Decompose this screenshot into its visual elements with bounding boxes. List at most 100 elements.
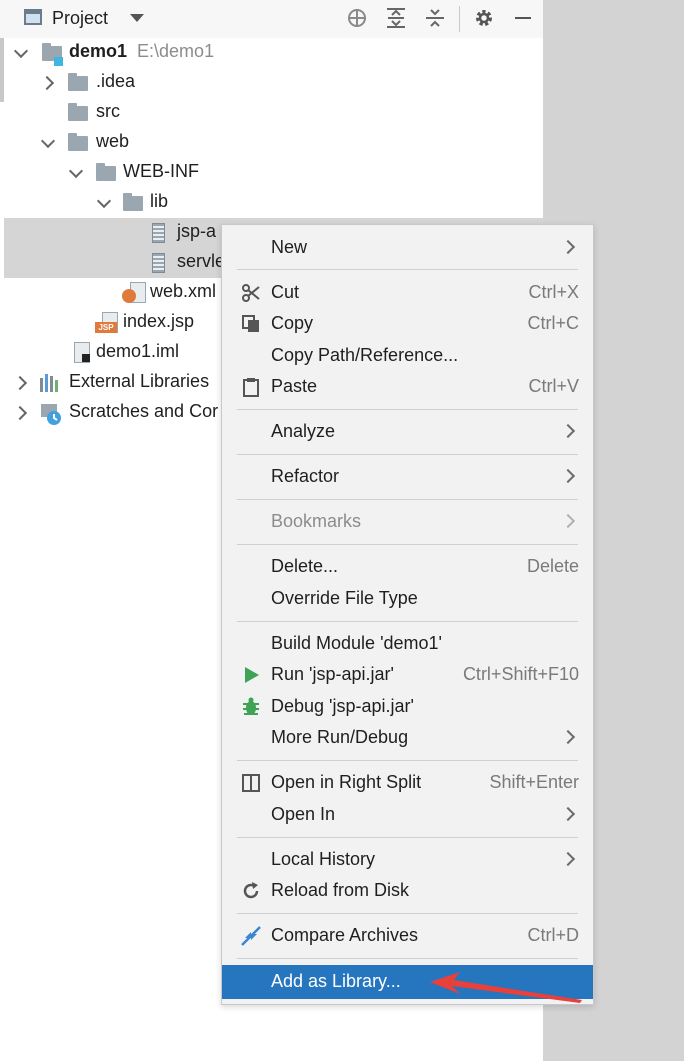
menu-item-label: Run 'jsp-api.jar' [271, 664, 394, 684]
tree-item-idea[interactable]: .idea [4, 68, 543, 98]
menu-item-debug[interactable]: Debug 'jsp-api.jar' [222, 692, 593, 722]
context-menu: New Cut Ctrl+X Copy Ctrl+C Copy Path/Ref… [221, 224, 594, 1005]
tree-item-lib[interactable]: lib [4, 188, 543, 218]
tree-label: src [96, 101, 120, 121]
menu-item-delete[interactable]: Delete... Delete [222, 552, 593, 582]
jar-file-icon [152, 253, 165, 273]
menu-item-copy[interactable]: Copy Ctrl+C [222, 309, 593, 339]
tree-label: index.jsp [123, 311, 195, 331]
expand-arrow-icon[interactable] [16, 46, 26, 56]
tree-item-demo1[interactable]: demo1 E:\demo1 [4, 38, 543, 68]
menu-separator [237, 958, 578, 959]
copy-icon [240, 313, 262, 335]
menu-item-build-module[interactable]: Build Module 'demo1' [222, 629, 593, 659]
collapse-arrow-icon[interactable] [17, 376, 27, 386]
menu-item-open-in[interactable]: Open In [222, 800, 593, 830]
menu-item-local-history[interactable]: Local History [222, 845, 593, 875]
menu-separator [237, 760, 578, 761]
expand-arrow-icon[interactable] [43, 136, 53, 146]
menu-item-more-run-debug[interactable]: More Run/Debug [222, 723, 593, 753]
minimize-icon[interactable] [511, 6, 535, 30]
jar-file-icon [152, 223, 165, 243]
menu-item-label: Delete... [271, 556, 339, 576]
folder-icon [68, 103, 88, 121]
scratches-icon [40, 403, 62, 425]
menu-item-bookmarks: Bookmarks [222, 507, 593, 537]
menu-item-cut[interactable]: Cut Ctrl+X [222, 278, 593, 308]
toolbar-separator [459, 6, 460, 32]
menu-item-label: Add as Library... [271, 971, 401, 991]
view-dropdown-icon[interactable] [130, 14, 144, 22]
tree-label: External Libraries [69, 371, 210, 391]
split-view-icon [240, 772, 262, 794]
tree-label: WEB-INF [123, 161, 199, 181]
menu-item-shortcut: Delete [526, 556, 579, 576]
gear-icon[interactable] [472, 6, 496, 30]
folder-icon [68, 133, 88, 151]
menu-item-override-file-type[interactable]: Override File Type [222, 584, 593, 614]
menu-item-label: More Run/Debug [271, 727, 409, 747]
submenu-arrow-icon [560, 806, 576, 822]
expand-all-icon[interactable] [384, 6, 408, 30]
menu-item-refactor[interactable]: Refactor [222, 462, 593, 492]
tree-label: web.xml [150, 281, 217, 301]
tree-item-web[interactable]: web [4, 128, 543, 158]
folder-icon [96, 163, 116, 181]
tree-label: web [96, 131, 130, 151]
collapse-arrow-icon[interactable] [44, 76, 54, 86]
iml-badge-icon [82, 354, 90, 362]
collapse-all-icon[interactable] [423, 6, 447, 30]
submenu-arrow-icon [560, 851, 576, 867]
expand-arrow-icon[interactable] [99, 196, 109, 206]
menu-item-label: Bookmarks [271, 511, 362, 531]
menu-item-label: Paste [271, 376, 318, 396]
tree-label: Scratches and Cor [69, 401, 219, 421]
menu-separator [237, 837, 578, 838]
menu-separator [237, 454, 578, 455]
menu-item-shortcut: Shift+Enter [489, 772, 579, 792]
menu-item-run[interactable]: Run 'jsp-api.jar' Ctrl+Shift+F10 [222, 660, 593, 690]
jsp-badge-icon: JSP [95, 322, 117, 333]
paste-icon [240, 376, 262, 398]
submenu-arrow-icon [560, 468, 576, 484]
tree-item-webinf[interactable]: WEB-INF [4, 158, 543, 188]
menu-item-label: Cut [271, 282, 300, 302]
menu-item-paste[interactable]: Paste Ctrl+V [222, 372, 593, 402]
tree-label: jsp-a [177, 221, 217, 241]
project-toolbar: Project [0, 0, 543, 38]
tree-label: lib [150, 191, 169, 211]
tree-item-src[interactable]: src [4, 98, 543, 128]
menu-item-new[interactable]: New [222, 233, 593, 263]
project-view-title[interactable]: Project [52, 8, 108, 29]
menu-item-shortcut: Ctrl+V [528, 376, 579, 396]
menu-separator [237, 269, 578, 270]
expand-arrow-icon[interactable] [71, 166, 81, 176]
collapse-arrow-icon[interactable] [17, 406, 27, 416]
menu-item-label: Build Module 'demo1' [271, 633, 442, 653]
menu-separator [237, 499, 578, 500]
libraries-icon [40, 374, 62, 392]
tree-label: demo1.iml [96, 341, 180, 361]
menu-item-open-right-split[interactable]: Open in Right Split Shift+Enter [222, 768, 593, 798]
menu-item-analyze[interactable]: Analyze [222, 417, 593, 447]
locate-icon[interactable] [345, 6, 369, 30]
menu-item-compare-archives[interactable]: Compare Archives Ctrl+D [222, 921, 593, 951]
scissors-icon [240, 282, 262, 304]
compare-arrows-icon [240, 925, 262, 947]
menu-item-shortcut: Ctrl+D [527, 925, 579, 945]
menu-item-reload-from-disk[interactable]: Reload from Disk [222, 876, 593, 906]
menu-item-label: Local History [271, 849, 376, 869]
menu-separator [237, 621, 578, 622]
menu-item-label: Open In [271, 804, 336, 824]
menu-separator [237, 913, 578, 914]
menu-item-shortcut: Ctrl+C [527, 313, 579, 333]
menu-item-label: Debug 'jsp-api.jar' [271, 696, 414, 716]
annotation-arrow [430, 972, 582, 1003]
menu-item-label: Copy [271, 313, 314, 333]
menu-item-label: Copy Path/Reference... [271, 345, 459, 365]
menu-item-shortcut: Ctrl+X [528, 282, 579, 302]
project-window-icon [24, 9, 42, 25]
submenu-arrow-icon [560, 513, 576, 529]
menu-item-label: Override File Type [271, 588, 418, 608]
menu-item-copy-path[interactable]: Copy Path/Reference... [222, 341, 593, 371]
